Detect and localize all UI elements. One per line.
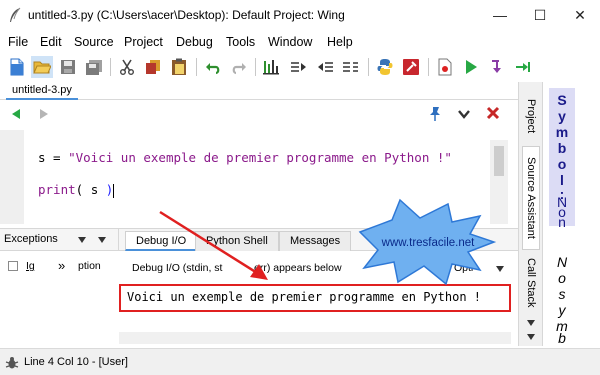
annotation-overlay: www.tresfacile.net — [159, 198, 497, 286]
watermark-text: www.tresfacile.net — [381, 237, 475, 249]
annotation-arrow — [159, 210, 263, 278]
annotation-arrow-head — [250, 264, 268, 280]
